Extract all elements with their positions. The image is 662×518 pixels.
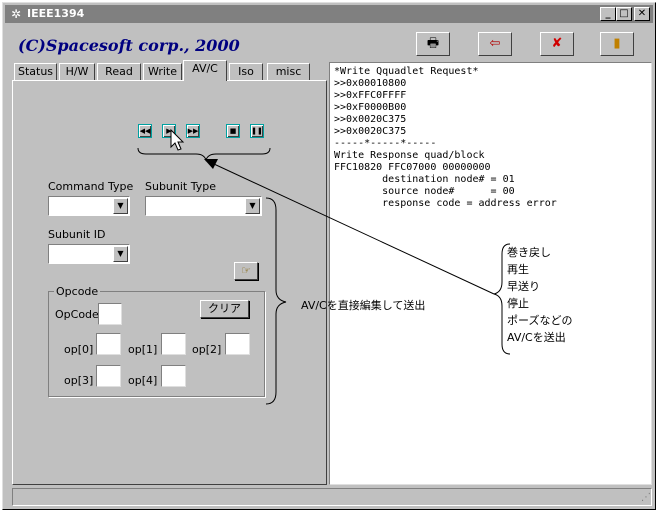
subunit-id-label: Subunit ID — [48, 228, 106, 241]
op1-label: op[1] — [128, 343, 158, 356]
rewind-button[interactable]: ◀◀ — [138, 124, 152, 138]
annotation-avc-direct: AV/Cを直接編集して送出 — [301, 299, 426, 312]
chevron-down-icon[interactable]: ▼ — [113, 246, 128, 262]
exit-door-icon: ▮ — [613, 36, 621, 51]
op0-label: op[0] — [64, 343, 94, 356]
log-line: -----*-----*----- — [334, 138, 437, 149]
clear-x-icon: ✘ — [551, 36, 563, 51]
command-type-select[interactable]: ▼ — [48, 196, 130, 216]
log-line: destination node# = 01 — [334, 174, 515, 185]
opcode-input[interactable] — [98, 303, 122, 325]
stop-icon: ■ — [229, 127, 237, 135]
tab-iso[interactable]: Iso — [229, 63, 263, 80]
tab-avc[interactable]: AV/C — [183, 60, 227, 81]
subunit-type-select[interactable]: ▼ — [145, 196, 262, 216]
stop-button[interactable]: ■ — [226, 124, 240, 138]
subunit-type-label: Subunit Type — [145, 180, 217, 193]
tab-misc[interactable]: misc — [267, 63, 310, 80]
maximize-button[interactable]: □ — [616, 7, 632, 21]
toolbar-import-button[interactable]: ⇦ — [478, 32, 512, 56]
minimize-button[interactable]: _ — [600, 7, 616, 21]
log-line: >>0xFFC0FFFF — [334, 90, 407, 101]
chevron-down-icon[interactable]: ▼ — [113, 198, 128, 214]
fast-forward-icon: ▶▶ — [187, 127, 199, 135]
annotation-line: ポーズなどの — [507, 314, 573, 327]
log-line: *Write Qquadlet Request* — [334, 66, 479, 77]
import-icon: ⇦ — [489, 36, 501, 51]
fast-forward-button[interactable]: ▶▶ — [186, 124, 200, 138]
op0-input[interactable] — [96, 333, 121, 355]
tab-hw[interactable]: H/W — [59, 63, 95, 80]
pause-button[interactable]: ❚❚ — [250, 124, 264, 138]
toolbar-clear-button[interactable]: ✘ — [540, 32, 574, 56]
title-bar[interactable]: ✲ IEEE1394 _ □ ✕ — [5, 5, 653, 23]
log-line: >>0x0020C375 — [334, 114, 407, 125]
annotation-line: 巻き戻し — [507, 246, 551, 259]
op3-label: op[3] — [64, 374, 94, 387]
send-avc-button[interactable]: ☞ — [234, 262, 258, 280]
close-button[interactable]: ✕ — [634, 7, 650, 21]
play-button[interactable]: ▶ — [162, 124, 176, 138]
annotation-line: 早送り — [507, 280, 540, 293]
log-line: Write Response quad/block — [334, 150, 485, 161]
log-line: >>0x00010800 — [334, 78, 407, 89]
log-line: >>0xF0000B00 — [334, 102, 407, 113]
pause-icon: ❚❚ — [251, 127, 263, 135]
op4-input[interactable] — [161, 365, 186, 387]
tab-write[interactable]: Write — [143, 63, 182, 80]
log-line: >>0x0020C375 — [334, 126, 407, 137]
play-icon: ▶ — [166, 127, 172, 135]
log-output[interactable]: *Write Qquadlet Request* >>0x00010800 >>… — [329, 62, 652, 485]
brand-title: (C)Spacesoft corp., 2000 — [18, 36, 240, 55]
op2-label: op[2] — [192, 343, 222, 356]
subunit-id-select[interactable]: ▼ — [48, 244, 130, 264]
hand-pointer-icon: ☞ — [241, 264, 251, 277]
op3-input[interactable] — [96, 365, 121, 387]
app-gear-icon[interactable]: ✲ — [9, 7, 23, 21]
annotation-line: 停止 — [507, 297, 529, 310]
status-bar: ⋰ — [12, 488, 652, 506]
document-transfer-icon: 🖶 — [426, 36, 440, 51]
avc-tab-panel — [12, 80, 327, 485]
toolbar-exit-button[interactable]: ▮ — [600, 32, 634, 56]
op4-label: op[4] — [128, 374, 158, 387]
annotation-transport-notes: 巻き戻し 再生 早送り 停止 ポーズなどの AV/Cを送出 — [507, 244, 572, 346]
chevron-down-icon[interactable]: ▼ — [245, 198, 260, 214]
annotation-line: 再生 — [507, 263, 529, 276]
toolbar-transfer-button[interactable]: 🖶 — [416, 32, 450, 56]
annotation-line: AV/Cを送出 — [507, 331, 566, 344]
tab-status[interactable]: Status — [14, 63, 57, 80]
resize-grip-icon[interactable]: ⋰ — [637, 491, 651, 505]
tab-read[interactable]: Read — [97, 63, 141, 80]
log-line: response code = address error — [334, 198, 557, 209]
op1-input[interactable] — [161, 333, 186, 355]
rewind-icon: ◀◀ — [139, 127, 151, 135]
window-title: IEEE1394 — [27, 7, 85, 20]
op2-input[interactable] — [225, 333, 250, 355]
opcode-group-label: Opcode — [54, 285, 101, 298]
clear-button[interactable]: クリア — [200, 300, 249, 318]
log-line: source node# = 00 — [334, 186, 515, 197]
log-line: FFC10820 FFC07000 00000000 — [334, 162, 491, 173]
opcode-label: OpCode — [55, 308, 99, 321]
command-type-label: Command Type — [48, 180, 134, 193]
